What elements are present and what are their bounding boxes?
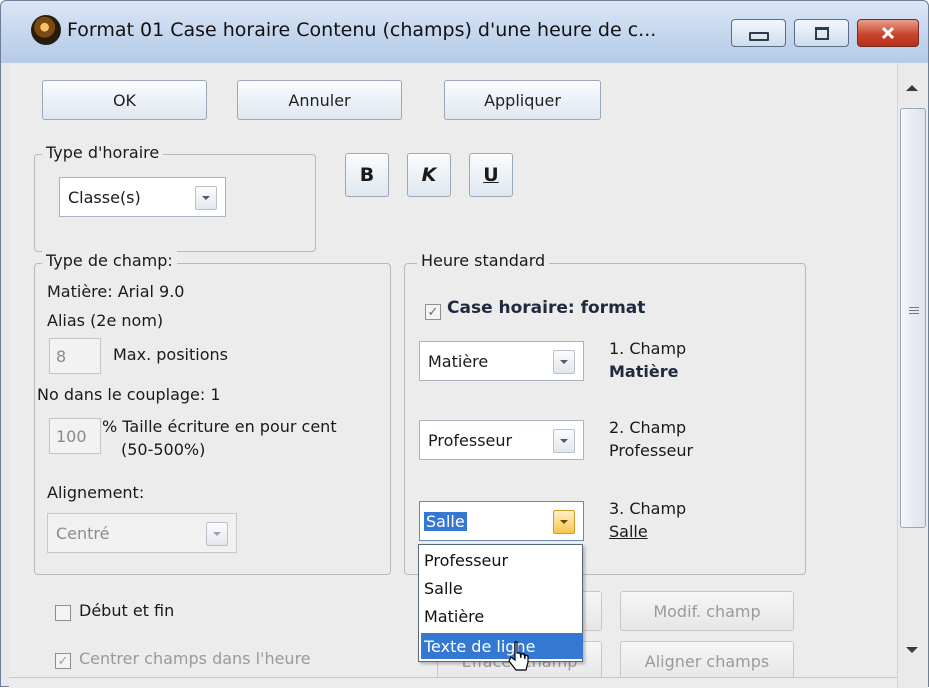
field1-caption: 1. Champ bbox=[609, 339, 687, 358]
grip-icon bbox=[909, 307, 919, 308]
debut-fin-checkbox[interactable] bbox=[55, 605, 71, 621]
alias-line: Alias (2e nom) bbox=[47, 311, 164, 330]
clock-app-icon[interactable] bbox=[31, 15, 61, 45]
close-button[interactable] bbox=[857, 19, 919, 47]
field2-select[interactable]: Professeur bbox=[419, 420, 584, 460]
field2-value: Professeur bbox=[428, 430, 513, 450]
vertical-scrollbar[interactable] bbox=[897, 63, 928, 688]
dropdown-item[interactable]: Professeur bbox=[421, 547, 583, 573]
title-bar[interactable]: Format 01 Case horaire Contenu (champs) … bbox=[1, 1, 928, 63]
chevron-down-icon[interactable] bbox=[553, 429, 575, 453]
cancel-button[interactable]: Annuler bbox=[237, 80, 402, 120]
case-horaire-label: Case horaire: format bbox=[447, 298, 646, 318]
minimize-icon bbox=[748, 31, 769, 41]
mouse-cursor-icon bbox=[508, 641, 529, 671]
type-horaire-select[interactable]: Classe(s) bbox=[59, 177, 226, 217]
centrer-checkbox[interactable]: ✓ bbox=[55, 653, 71, 669]
field3-value[interactable]: Salle bbox=[424, 511, 467, 531]
size-input[interactable]: 100 bbox=[49, 418, 101, 454]
minimize-button[interactable] bbox=[731, 19, 786, 47]
bottom-edge bbox=[9, 677, 897, 688]
maximize-icon bbox=[814, 26, 829, 40]
italic-button[interactable]: K bbox=[407, 153, 451, 197]
dropdown-item[interactable]: Salle bbox=[421, 575, 583, 601]
dropdown-item[interactable]: Matière bbox=[421, 603, 583, 629]
type-horaire-value: Classe(s) bbox=[68, 187, 141, 207]
chevron-down-icon[interactable] bbox=[206, 522, 228, 546]
scroll-down-icon[interactable] bbox=[906, 647, 918, 653]
field2-caption: 2. Champ bbox=[609, 418, 687, 437]
modif-champ-button[interactable]: Modif. champ bbox=[620, 591, 794, 631]
field2-name: Professeur bbox=[609, 441, 694, 460]
type-horaire-legend: Type d'horaire bbox=[42, 143, 164, 162]
chevron-down-icon[interactable] bbox=[195, 186, 217, 210]
field3-name[interactable]: Salle bbox=[609, 522, 648, 541]
couplage-line: No dans le couplage: 1 bbox=[37, 385, 221, 404]
centrer-label: Centrer champs dans l'heure bbox=[79, 649, 311, 668]
field1-value: Matière bbox=[428, 351, 489, 371]
alignment-value: Centré bbox=[56, 523, 110, 543]
size-range-label: (50-500%) bbox=[121, 440, 206, 459]
maximize-button[interactable] bbox=[794, 19, 849, 47]
field1-select[interactable]: Matière bbox=[419, 341, 584, 381]
size-label: % Taille écriture en pour cent bbox=[102, 417, 337, 436]
scroll-thumb[interactable] bbox=[900, 108, 926, 528]
debut-fin-label: Début et fin bbox=[79, 601, 175, 620]
heure-standard-legend: Heure standard bbox=[417, 251, 550, 270]
font-line: Matière: Arial 9.0 bbox=[47, 282, 185, 301]
chevron-down-icon[interactable] bbox=[553, 350, 575, 374]
aligner-champ-button[interactable]: Aligner champs bbox=[620, 641, 794, 681]
alignment-label: Alignement: bbox=[47, 483, 145, 502]
field3-caption: 3. Champ bbox=[609, 499, 687, 518]
max-positions-input[interactable]: 8 bbox=[49, 338, 101, 374]
max-positions-label: Max. positions bbox=[113, 345, 228, 364]
type-champ-legend: Type de champ: bbox=[42, 251, 177, 270]
apply-button[interactable]: Appliquer bbox=[444, 80, 601, 120]
scroll-up-icon[interactable] bbox=[906, 85, 918, 91]
field1-name: Matière bbox=[609, 362, 679, 381]
chevron-down-icon[interactable] bbox=[553, 510, 575, 534]
dropdown-item-highlighted[interactable]: Texte de ligne bbox=[421, 633, 583, 659]
alignment-select[interactable]: Centré bbox=[47, 513, 237, 553]
close-icon bbox=[881, 26, 895, 40]
case-horaire-checkbox[interactable]: ✓ bbox=[425, 304, 441, 320]
ok-button[interactable]: OK bbox=[42, 80, 207, 120]
underline-button[interactable]: U bbox=[469, 153, 513, 197]
field3-dropdown-list[interactable]: Professeur Salle Matière Texte de ligne bbox=[418, 544, 583, 662]
window-title: Format 01 Case horaire Contenu (champs) … bbox=[67, 19, 657, 41]
bold-button[interactable]: B bbox=[345, 153, 389, 197]
field3-select[interactable]: Salle bbox=[419, 501, 584, 541]
